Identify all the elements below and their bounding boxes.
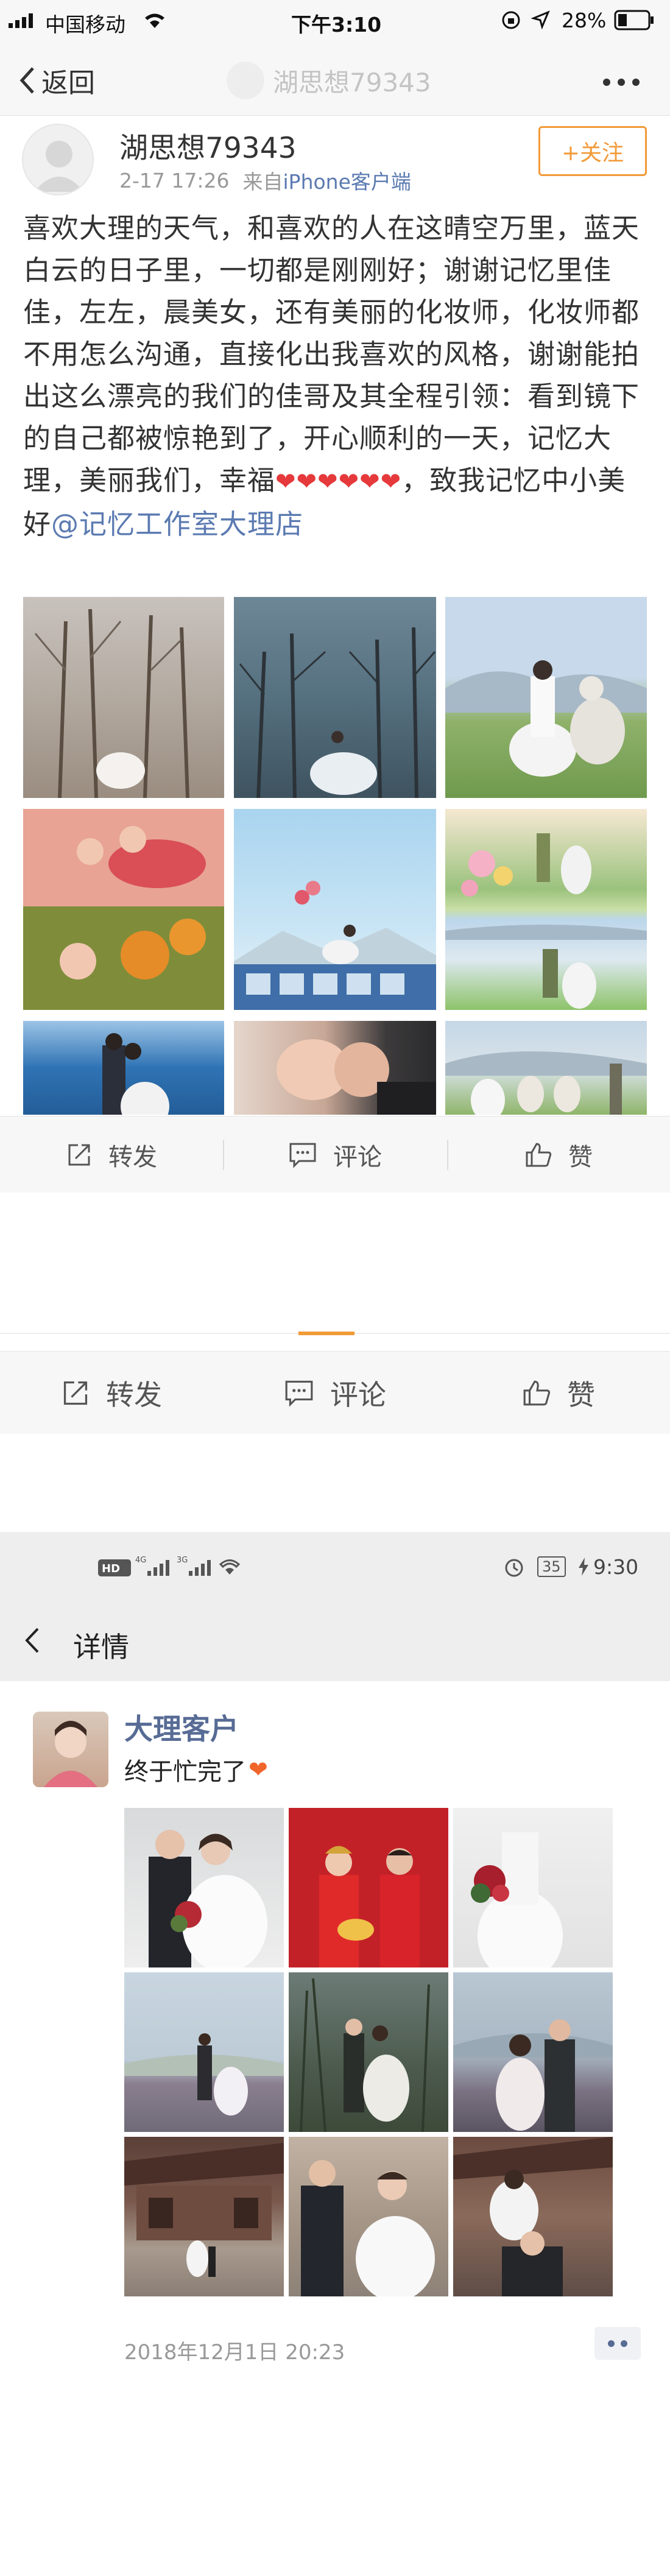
back-button[interactable]: 返回: [18, 62, 95, 99]
comment-icon: [289, 1143, 316, 1168]
like-button[interactable]: 赞: [447, 1117, 670, 1193]
moment-avatar[interactable]: [33, 1712, 108, 1787]
clock-android: 9:30: [593, 1555, 639, 1579]
comment-label-secondary: 评论: [330, 1378, 386, 1411]
battery-level: 35: [542, 1558, 561, 1575]
wifi-icon: [141, 10, 168, 32]
mention-link[interactable]: @记忆工作室大理店: [51, 508, 303, 540]
moment-photo-7[interactable]: [124, 2137, 284, 2296]
heart-emoji: ❤: [249, 1756, 268, 1783]
photo-1[interactable]: [23, 597, 224, 798]
post-time: 2-17 17:26: [119, 168, 230, 192]
hd-icon: HD: [97, 1559, 132, 1579]
rotation-lock-icon: [501, 10, 521, 33]
repost-label-secondary: 转发: [106, 1378, 162, 1411]
repost-button[interactable]: 转发: [0, 1117, 223, 1193]
carrier-label: 中国移动: [45, 13, 125, 37]
detail-nav-bar: 详情: [0, 1602, 670, 1681]
wifi-icon: [218, 1556, 241, 1578]
location-icon: [531, 10, 551, 32]
moment-photo-6[interactable]: [453, 1972, 613, 2132]
thumbs-up-icon: [526, 1142, 552, 1166]
moment-photo-4[interactable]: [124, 1972, 284, 2132]
repost-button-secondary[interactable]: 转发: [0, 1352, 223, 1434]
moment-timestamp: 2018年12月1日 20:23: [124, 2340, 345, 2365]
moment-text: 终于忙完了 ❤: [124, 1752, 268, 1787]
source-prefix: 来自: [242, 170, 283, 194]
photo-6[interactable]: [445, 809, 647, 1010]
signal-icon: [9, 7, 38, 34]
source-link[interactable]: iPhone客户端: [283, 166, 411, 195]
signal-3g-icon: 3G: [177, 1555, 213, 1579]
action-bar-secondary: 转发 评论 赞: [0, 1351, 670, 1434]
like-button-secondary[interactable]: 赞: [447, 1352, 670, 1434]
moment-more-button[interactable]: [594, 2327, 641, 2360]
post-text-main: 喜欢大理的天气，和喜欢的人在这晴空万里，蓝天白云的日子里，一切都是刚刚好；谢谢记…: [23, 212, 640, 496]
alarm-icon: [503, 1556, 525, 1581]
comment-label: 评论: [333, 1143, 382, 1171]
nav-title: 湖思想79343: [227, 62, 431, 99]
photo-8[interactable]: [234, 1021, 436, 1115]
signal-4g-icon: 4G: [135, 1555, 172, 1579]
comment-button[interactable]: 评论: [223, 1117, 447, 1193]
battery-icon: [614, 10, 654, 33]
share-icon: [63, 1381, 88, 1405]
author-avatar[interactable]: [22, 124, 94, 196]
moment-photo-9[interactable]: [453, 2137, 613, 2296]
detail-title: 详情: [73, 1631, 129, 1664]
back-arrow-icon[interactable]: [23, 1625, 41, 1658]
svg-text:3G: 3G: [177, 1556, 188, 1565]
post-meta: 2-17 17:26 来自 iPhone客户端: [119, 166, 411, 195]
thumbs-up-icon: [523, 1380, 551, 1405]
battery-percent: 28%: [562, 9, 607, 32]
status-bar-android: HD 4G 3G 35 9:30: [0, 1532, 670, 1602]
photo-7[interactable]: [23, 1021, 224, 1115]
moment-photo-2[interactable]: [289, 1808, 448, 1967]
moment-photo-8[interactable]: [289, 2137, 448, 2296]
tab-indicator: [298, 1332, 354, 1335]
action-bar: 转发 评论 赞: [0, 1116, 670, 1193]
moment-author[interactable]: 大理客户: [124, 1706, 239, 1748]
like-label-secondary: 赞: [567, 1378, 595, 1411]
more-options-icon[interactable]: [603, 73, 640, 91]
moment-text-body: 终于忙完了: [124, 1758, 246, 1786]
post-text: 喜欢大理的天气，和喜欢的人在这晴空万里，蓝天白云的日子里，一切都是刚刚好；谢谢记…: [23, 207, 651, 545]
follow-button[interactable]: +关注: [538, 126, 647, 176]
follow-label: +关注: [561, 141, 624, 166]
clock: 下午3:10: [291, 13, 382, 37]
navigation-bar: 返回 湖思想79343: [0, 43, 670, 116]
charging-icon: [577, 1558, 590, 1578]
svg-text:4G: 4G: [135, 1556, 146, 1565]
repost-label: 转发: [108, 1143, 157, 1171]
share-icon: [68, 1144, 90, 1165]
chevron-left-icon: [19, 67, 34, 94]
photo-4[interactable]: [23, 809, 224, 1010]
svg-text:HD: HD: [102, 1562, 120, 1575]
photo-2[interactable]: [234, 597, 436, 798]
photo-5[interactable]: [234, 809, 436, 1010]
like-label: 赞: [568, 1143, 593, 1171]
battery-indicator: 35: [537, 1556, 566, 1577]
moment-photo-3[interactable]: [453, 1808, 613, 1967]
more-dot-icon: [608, 2340, 615, 2347]
author-name[interactable]: 湖思想79343: [119, 124, 297, 166]
nav-avatar: [227, 62, 264, 99]
back-label: 返回: [41, 68, 95, 99]
heart-emojis: ❤❤❤❤❤❤: [275, 468, 402, 496]
comment-icon: [285, 1380, 313, 1407]
nav-title-text: 湖思想79343: [273, 67, 431, 97]
moment-photo-5[interactable]: [289, 1972, 448, 2132]
photo-3[interactable]: [445, 597, 647, 798]
status-bar: 中国移动 下午3:10 28%: [0, 0, 670, 43]
photo-9[interactable]: [445, 1021, 647, 1115]
more-dot-icon: [621, 2340, 627, 2347]
moment-photo-1[interactable]: [124, 1808, 284, 1967]
comment-button-secondary[interactable]: 评论: [223, 1352, 447, 1434]
